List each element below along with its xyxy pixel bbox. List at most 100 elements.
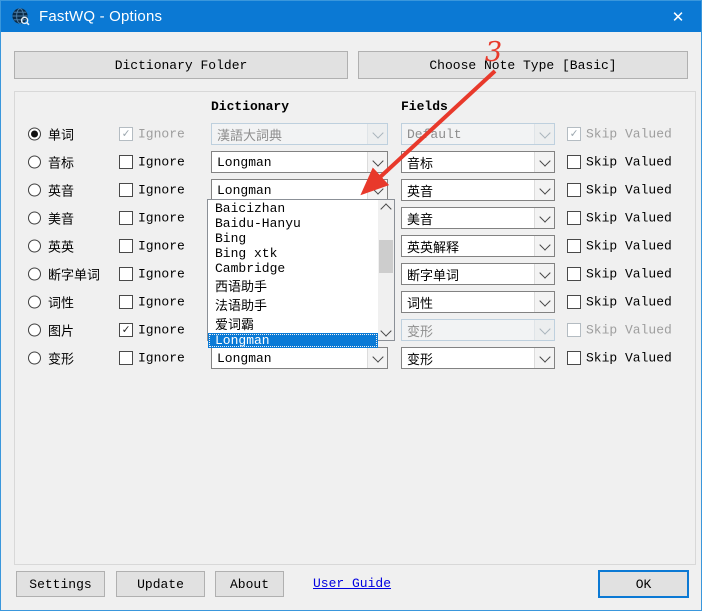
row-label: 美音 (48, 209, 74, 228)
row-radio-button[interactable] (28, 324, 41, 337)
skip-valued-label: Skip Valued (586, 323, 672, 338)
ignore-checkbox[interactable] (119, 155, 133, 169)
skip-valued-checkbox[interactable] (567, 351, 581, 365)
skip-valued-label: Skip Valued (586, 183, 672, 198)
skip-valued-label: Skip Valued (586, 239, 672, 254)
row-radio-button[interactable] (28, 352, 41, 365)
ignore-checkbox-label: Ignore (138, 267, 185, 282)
ignore-checkbox[interactable] (119, 127, 133, 141)
row-label: 英音 (48, 181, 74, 200)
ignore-checkbox-label: Ignore (138, 239, 185, 254)
dictionary-select[interactable]: 漢語大詞典 (211, 123, 388, 145)
field-select[interactable]: 英音 (401, 179, 555, 201)
field-select[interactable]: 音标 (401, 151, 555, 173)
field-select-chevron-down-icon[interactable] (534, 180, 554, 200)
field-select[interactable]: Default (401, 123, 555, 145)
skip-valued-checkbox[interactable] (567, 127, 581, 141)
scroll-down-icon[interactable] (378, 325, 394, 340)
field-select-chevron-down-icon[interactable] (534, 208, 554, 228)
skip-valued-checkbox[interactable] (567, 211, 581, 225)
field-select-chevron-down-icon[interactable] (534, 264, 554, 284)
option-row: 音标 Ignore Longman 音标 Skip Valued (15, 148, 695, 176)
dictionary-select-chevron-down-icon[interactable] (367, 124, 387, 144)
field-select-chevron-down-icon[interactable] (534, 124, 554, 144)
ignore-checkbox[interactable] (119, 239, 133, 253)
dropdown-option[interactable]: 法语助手 (208, 295, 378, 314)
dictionary-select[interactable]: Longman (211, 347, 388, 369)
row-radio-button[interactable] (28, 128, 41, 141)
option-row: 单词 Ignore 漢語大詞典 Default Skip Valued (15, 120, 695, 148)
field-select[interactable]: 变形 (401, 347, 555, 369)
ignore-checkbox[interactable] (119, 211, 133, 225)
field-select-chevron-down-icon[interactable] (534, 236, 554, 256)
row-radio-button[interactable] (28, 268, 41, 281)
field-select[interactable]: 美音 (401, 207, 555, 229)
dropdown-option[interactable]: Cambridge (208, 261, 378, 276)
user-guide-link[interactable]: User Guide (313, 576, 391, 591)
dictionary-dropdown-popup: BaicizhanBaidu-HanyuBingBing xtkCambridg… (207, 199, 395, 341)
dropdown-option[interactable]: Bing (208, 231, 378, 246)
scrollbar-thumb[interactable] (379, 240, 393, 273)
field-select[interactable]: 断字单词 (401, 263, 555, 285)
dropdown-option[interactable]: Longman (208, 333, 378, 348)
skip-valued-checkbox[interactable] (567, 267, 581, 281)
ignore-checkbox-label: Ignore (138, 351, 185, 366)
field-select-chevron-down-icon[interactable] (534, 152, 554, 172)
field-select[interactable]: 英英解释 (401, 235, 555, 257)
dictionary-select[interactable]: Longman (211, 151, 388, 173)
about-button[interactable]: About (215, 571, 284, 597)
ignore-checkbox-label: Ignore (138, 323, 185, 338)
dictionary-column-header: Dictionary (211, 99, 289, 114)
row-radio-button[interactable] (28, 296, 41, 309)
field-select[interactable]: 词性 (401, 291, 555, 313)
dropdown-scrollbar[interactable] (378, 200, 394, 340)
row-radio-button[interactable] (28, 212, 41, 225)
skip-valued-checkbox[interactable] (567, 239, 581, 253)
field-select[interactable]: 变形 (401, 319, 555, 341)
dictionary-folder-button[interactable]: Dictionary Folder (14, 51, 348, 79)
field-select-value: 美音 (402, 209, 534, 228)
field-select-chevron-down-icon[interactable] (534, 320, 554, 340)
dropdown-option[interactable]: Baidu-Hanyu (208, 216, 378, 231)
window-title: FastWQ - Options (39, 8, 162, 25)
field-select-value: 英英解释 (402, 237, 534, 256)
dictionary-select-chevron-down-icon[interactable] (367, 152, 387, 172)
ignore-checkbox[interactable] (119, 295, 133, 309)
field-select-value: 变形 (402, 349, 534, 368)
row-radio-button[interactable] (28, 184, 41, 197)
dropdown-option[interactable]: Bing xtk (208, 246, 378, 261)
dropdown-option[interactable]: 爱词霸 (208, 314, 378, 333)
row-label: 断字单词 (48, 265, 100, 284)
skip-valued-checkbox[interactable] (567, 183, 581, 197)
option-row: 变形 Ignore Longman 变形 Skip Valued (15, 344, 695, 372)
dictionary-select[interactable]: Longman (211, 179, 388, 201)
ignore-checkbox[interactable] (119, 351, 133, 365)
row-radio-button[interactable] (28, 240, 41, 253)
skip-valued-checkbox[interactable] (567, 323, 581, 337)
ignore-checkbox[interactable] (119, 183, 133, 197)
field-select-value: 音标 (402, 153, 534, 172)
row-radio-button[interactable] (28, 156, 41, 169)
dictionary-select-chevron-down-icon[interactable] (367, 348, 387, 368)
row-label: 词性 (48, 293, 74, 312)
skip-valued-checkbox[interactable] (567, 155, 581, 169)
skip-valued-checkbox[interactable] (567, 295, 581, 309)
fastwq-options-dialog: FastWQ - Options ✕ Dictionary Folder Cho… (0, 0, 702, 611)
ignore-checkbox-label: Ignore (138, 211, 185, 226)
scroll-up-icon[interactable] (378, 200, 394, 215)
settings-button[interactable]: Settings (16, 571, 105, 597)
field-select-value: 变形 (402, 321, 534, 340)
ok-button[interactable]: OK (598, 570, 689, 598)
ignore-checkbox[interactable] (119, 323, 133, 337)
ignore-checkbox-label: Ignore (138, 183, 185, 198)
ignore-checkbox[interactable] (119, 267, 133, 281)
update-button[interactable]: Update (116, 571, 205, 597)
choose-note-type-button[interactable]: Choose Note Type [Basic] (358, 51, 688, 79)
row-label: 变形 (48, 349, 74, 368)
dropdown-option[interactable]: Baicizhan (208, 201, 378, 216)
field-select-chevron-down-icon[interactable] (534, 348, 554, 368)
dropdown-option[interactable]: 西语助手 (208, 276, 378, 295)
close-button[interactable]: ✕ (655, 1, 701, 32)
field-select-chevron-down-icon[interactable] (534, 292, 554, 312)
dictionary-select-chevron-down-icon[interactable] (367, 180, 387, 200)
